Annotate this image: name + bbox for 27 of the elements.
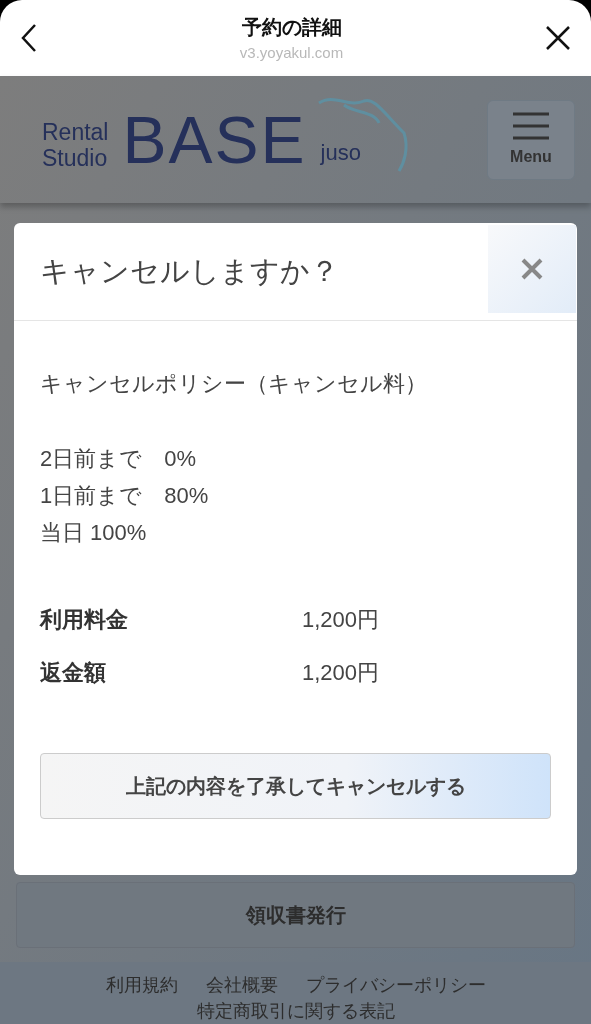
fee-value: 1,200円 [302,659,380,687]
close-button[interactable] [488,225,576,313]
confirm-cancel-button[interactable]: 上記の内容を了承してキャンセルする [40,753,551,819]
fee-label: 返金額 [40,659,107,687]
footer-link[interactable]: 特定商取引に関する表記 [196,998,395,1024]
fee-value: 1,200円 [302,606,380,634]
page-url: v3.yoyakul.com [239,42,344,63]
menu-button[interactable]: Menu [487,99,575,180]
policy-heading: キャンセルポリシー（キャンセル料） [40,370,428,398]
page-title: 予約の詳細 [241,14,342,40]
logo-text: Studio [42,144,109,171]
footer-link[interactable]: 利用規約 [105,972,178,998]
close-icon[interactable] [545,25,571,51]
fee-label: 利用料金 [40,606,129,634]
logo-title: BASE [122,106,307,173]
menu-icon [511,110,551,141]
policy-line: 2日前まで 0% [40,445,198,473]
logo-text: juso [320,138,361,167]
policy-line: 当日 100% [40,519,148,547]
policy-line: 1日前まで 80% [40,482,210,510]
dialog-title: キャンセルしますか？ [39,253,339,289]
footer-link[interactable]: 会社概要 [205,972,278,998]
logo-text: Rental [42,118,109,145]
close-icon [521,258,543,280]
receipt-button[interactable]: 領収書発行 [16,882,575,948]
footer-link[interactable]: プライバシーポリシー [305,972,486,998]
back-icon[interactable] [20,23,38,53]
